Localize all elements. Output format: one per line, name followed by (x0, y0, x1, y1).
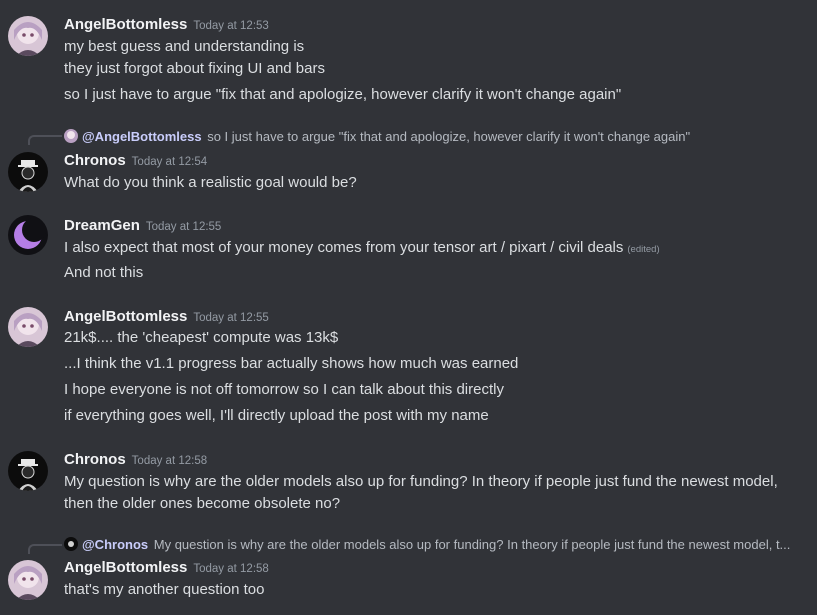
timestamp: Today at 12:58 (193, 563, 269, 575)
timestamp: Today at 12:53 (193, 20, 269, 32)
avatar-chronos[interactable] (8, 152, 48, 192)
reply-avatar-icon (64, 129, 78, 143)
message-text: I also expect that most of your money co… (64, 237, 660, 261)
moon-avatar-icon (8, 215, 48, 255)
reply-text: My question is why are the older models … (153, 537, 791, 552)
edited-marker: (edited) (627, 244, 660, 255)
anime-avatar-icon (8, 560, 48, 600)
reply-spine (28, 135, 62, 145)
reply-text: so I just have to argue "fix that and ap… (207, 129, 691, 144)
username[interactable]: Chronos (64, 451, 126, 468)
reply-username[interactable]: @Chronos (82, 537, 148, 552)
reply-spine (28, 544, 62, 554)
message-text: I hope everyone is not off tomorrow so I… (64, 381, 504, 398)
username[interactable]: AngelBottomless (64, 308, 187, 325)
message-text: And not this (64, 264, 144, 281)
hat-figure-avatar-icon (8, 451, 48, 491)
username[interactable]: AngelBottomless (64, 16, 187, 33)
message-text: my best guess and understanding is (64, 38, 305, 55)
avatar-chronos[interactable] (8, 451, 48, 491)
username[interactable]: AngelBottomless (64, 559, 187, 576)
message-text: so I just have to argue "fix that and ap… (64, 86, 622, 103)
message-text: they just forgot about fixing UI and bar… (64, 60, 325, 77)
timestamp: Today at 12:55 (145, 221, 222, 233)
message-text-content: I also expect that most of your money co… (64, 239, 624, 256)
message-text: 21k$.... the 'cheapest' compute was 13k$ (64, 329, 339, 346)
username[interactable]: Chronos (64, 152, 126, 169)
message-text: My question is why are the older models … (64, 473, 778, 512)
avatar-angelbottomless[interactable] (8, 307, 48, 347)
username[interactable]: DreamGen (64, 217, 140, 234)
reply-preview[interactable]: @Chronos My question is why are the olde… (64, 536, 814, 554)
avatar-angelbottomless[interactable] (8, 16, 48, 56)
avatar-dreamgen[interactable] (8, 215, 48, 255)
message-text: ...I think the v1.1 progress bar actuall… (64, 355, 519, 372)
timestamp: Today at 12:58 (131, 455, 208, 467)
anime-avatar-icon (8, 16, 48, 56)
anime-avatar-icon (8, 307, 48, 347)
message-text: if everything goes well, I'll directly u… (64, 407, 489, 424)
message-text: that's my another question too (64, 581, 265, 598)
timestamp: Today at 12:54 (131, 156, 208, 168)
timestamp: Today at 12:55 (193, 312, 269, 324)
message-text: What do you think a realistic goal would… (64, 174, 357, 191)
avatar-angelbottomless[interactable] (8, 560, 48, 600)
reply-preview[interactable]: @AngelBottomless so I just have to argue… (64, 128, 690, 146)
reply-username[interactable]: @AngelBottomless (82, 129, 202, 144)
reply-avatar-icon (64, 537, 78, 551)
hat-figure-avatar-icon (8, 152, 48, 192)
